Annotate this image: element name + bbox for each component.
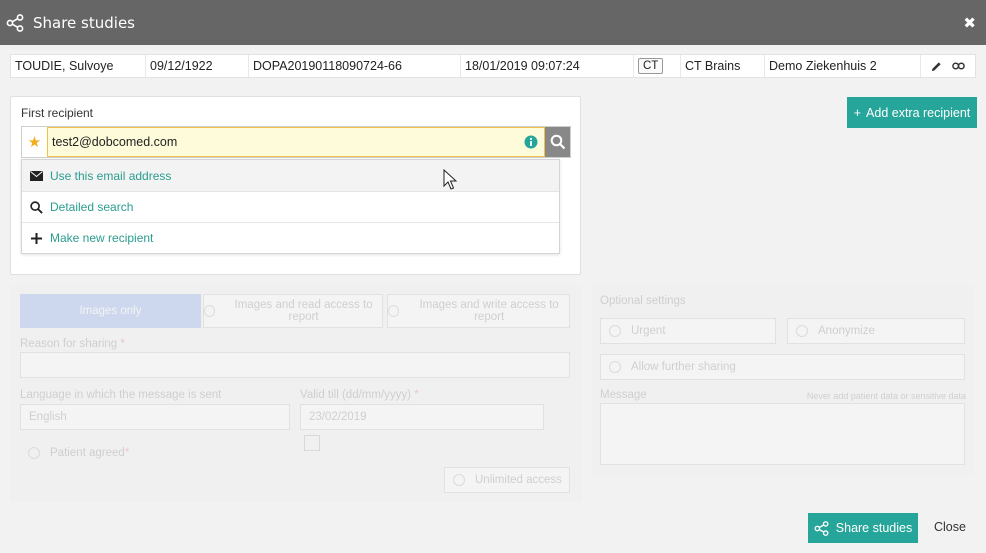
option-label: Make new recipient	[50, 231, 154, 245]
option-detailed-search[interactable]: Detailed search	[22, 191, 559, 222]
share-icon	[814, 520, 829, 536]
recipient-label: First recipient	[21, 106, 94, 120]
checkbox-icon	[609, 325, 621, 337]
birth-date: 09/12/1922	[146, 55, 249, 77]
recipient-input-group: ★	[21, 126, 571, 158]
study-description: CT Brains	[681, 55, 765, 77]
option-new-recipient[interactable]: Make new recipient	[22, 222, 559, 253]
mouse-cursor-icon	[443, 169, 457, 190]
radio-icon	[388, 305, 400, 317]
close-icon[interactable]: ✖	[963, 14, 976, 32]
accession-number: DOPA20190118090724-66	[249, 55, 461, 77]
checkbox-icon	[609, 361, 621, 373]
patient-name: TOUDIE, Sulvoye	[11, 55, 146, 77]
institution: Demo Ziekenhuis 2	[765, 55, 921, 77]
option-label: Detailed search	[50, 200, 134, 214]
modality-badge: CT	[638, 58, 664, 74]
search-icon	[550, 134, 565, 150]
option-label: Use this email address	[50, 168, 172, 183]
optional-settings: Optional settings Urgent Anonymize Allow…	[592, 285, 974, 475]
share-icon	[6, 14, 24, 32]
allow-sharing-checkbox[interactable]: Allow further sharing	[600, 354, 965, 380]
calendar-icon[interactable]	[304, 435, 320, 451]
language-select[interactable]: English	[20, 404, 290, 430]
search-button[interactable]	[545, 127, 570, 157]
reason-input[interactable]	[20, 352, 570, 378]
recipient-panel: First recipient ★ Use this email address	[10, 96, 581, 275]
message-hint: Never add patient data or sensitive data	[806, 391, 966, 401]
star-icon[interactable]: ★	[22, 127, 47, 157]
close-button[interactable]: Close	[934, 520, 966, 534]
unlimited-access-checkbox[interactable]: Unlimited access	[444, 467, 570, 493]
envelope-icon	[29, 170, 43, 181]
access-read-report[interactable]: Images and read access to report	[203, 294, 383, 328]
add-recipient-button[interactable]: + Add extra recipient	[847, 97, 977, 128]
message-textarea[interactable]	[600, 403, 965, 465]
patient-agreed-checkbox[interactable]: Patient agreed *	[20, 440, 290, 466]
dialog-titlebar: Share studies ✖	[0, 0, 986, 45]
valid-till-label: Valid till (dd/mm/yyyy) *	[300, 389, 419, 401]
link-icon[interactable]	[952, 62, 965, 70]
radio-icon	[204, 305, 216, 317]
search-icon	[29, 200, 43, 214]
checkbox-icon	[28, 447, 40, 459]
row-actions	[921, 61, 965, 72]
checkbox-icon	[453, 474, 465, 486]
plus-icon: +	[853, 105, 862, 120]
pencil-icon[interactable]	[931, 61, 942, 72]
checkbox-icon	[796, 325, 808, 337]
message-label: Message	[600, 389, 647, 401]
sharing-form: Images only Images and read access to re…	[10, 285, 582, 502]
anonymize-checkbox[interactable]: Anonymize	[787, 318, 965, 344]
study-row: TOUDIE, Sulvoye 09/12/1922 DOPA201901180…	[10, 54, 976, 78]
valid-till-input[interactable]: 23/02/2019	[300, 404, 544, 430]
share-studies-button[interactable]: Share studies	[808, 513, 918, 543]
plus-icon	[30, 232, 42, 244]
access-write-report[interactable]: Images and write access to report	[387, 294, 570, 328]
access-images-only[interactable]: Images only	[20, 294, 201, 328]
language-label: Language in which the message is sent	[20, 389, 222, 401]
recipient-input[interactable]	[47, 127, 545, 157]
reason-label: Reason for sharing *	[20, 338, 125, 350]
dialog-title: Share studies	[33, 14, 135, 32]
recipient-suggestions: Use this email address Detailed search M…	[21, 159, 560, 254]
option-use-email[interactable]: Use this email address	[22, 160, 559, 191]
info-icon[interactable]	[524, 135, 538, 149]
optional-title: Optional settings	[600, 295, 686, 307]
urgent-checkbox[interactable]: Urgent	[600, 318, 776, 344]
study-datetime: 18/01/2019 09:07:24	[461, 55, 634, 77]
